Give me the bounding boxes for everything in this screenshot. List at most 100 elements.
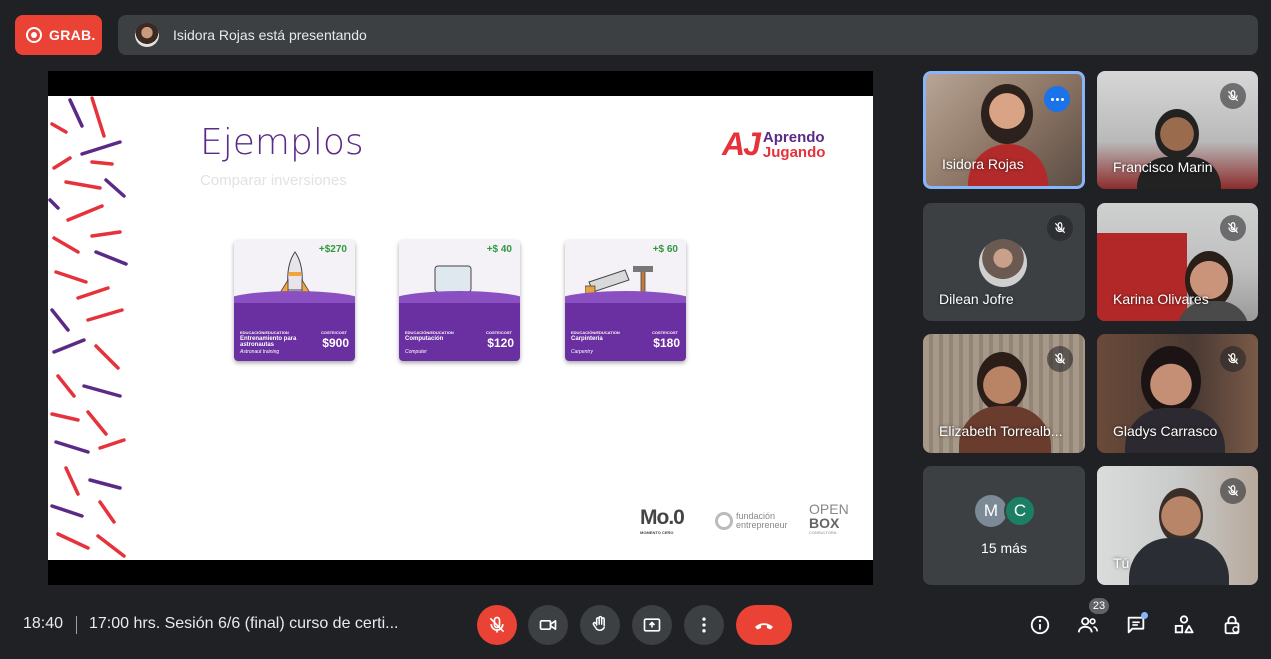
participant-name: Elizabeth Torrealb... <box>939 423 1063 439</box>
card-gain: +$ 40 <box>486 244 512 255</box>
clock: 18:40 <box>23 615 64 632</box>
card-name: Entrenamiento para astronautas <box>240 336 297 348</box>
mic-off-icon <box>1220 346 1246 372</box>
presenter-avatar <box>135 23 159 47</box>
divider <box>76 616 77 634</box>
openbox-line-1: OPEN <box>809 501 849 517</box>
recording-label: GRAB. <box>49 27 96 43</box>
card-gain: +$ 60 <box>652 244 678 255</box>
participant-name: Isidora Rojas <box>942 156 1024 172</box>
card-category: EDUCACIÓN/EDUCATION <box>240 330 289 335</box>
presentation-slide: Ejemplos Comparar inversiones AJ Aprendo… <box>48 96 873 560</box>
mic-off-icon <box>1220 83 1246 109</box>
participant-tile[interactable]: Gladys Carrasco <box>1097 334 1258 453</box>
participant-video <box>981 84 1033 144</box>
card-cost-label: COSTE/COST <box>485 330 512 335</box>
momento-cero-logo: Mo.0 MOMENTO CERO <box>640 506 685 535</box>
more-count-label: 15 más <box>981 540 1027 556</box>
fundacion-entrepreneur-logo: fundación entrepreneur <box>715 512 788 530</box>
card-cost-label: COSTE/COST <box>651 330 678 335</box>
investment-card: +$270 EDUCACIÓN/EDUCATION Entrenamiento … <box>234 240 355 361</box>
moo-subtext: MOMENTO CERO <box>640 530 674 535</box>
host-controls-icon <box>1224 615 1240 635</box>
openbox-line-3: CONSULTORA <box>809 530 837 535</box>
recording-indicator[interactable]: GRAB. <box>15 15 102 55</box>
more-vert-icon <box>702 617 706 633</box>
brand-line-1: Aprendo <box>762 128 825 146</box>
presenting-text: Isidora Rojas está presentando <box>173 27 367 43</box>
participant-tile[interactable]: Karina Olivares <box>1097 203 1258 321</box>
mic-toggle-button[interactable] <box>477 605 517 645</box>
card-price: $180 <box>653 336 680 350</box>
mic-off-icon <box>1047 346 1073 372</box>
raise-hand-button[interactable] <box>580 605 620 645</box>
card-name-en: Astronaut training <box>240 349 280 355</box>
host-controls-button[interactable] <box>1219 612 1245 638</box>
activities-button[interactable] <box>1171 612 1197 638</box>
info-icon <box>1030 615 1050 635</box>
participant-avatar-m: M <box>975 495 1007 527</box>
aprendo-jugando-logo: AJ Aprendo Jugando <box>722 126 825 163</box>
fundacion-ring-icon <box>715 512 733 530</box>
more-participants-tile[interactable]: M C 15 más <box>923 466 1085 585</box>
record-icon <box>26 27 42 43</box>
participant-tile[interactable]: Elizabeth Torrealb... <box>923 334 1085 453</box>
participant-video <box>977 352 1027 412</box>
slide-subtitle: Comparar inversiones <box>200 172 347 189</box>
participant-video <box>1159 488 1203 544</box>
investment-card: +$ 60 EDUCACIÓN/EDUCATION Carpintería Ca… <box>565 240 686 361</box>
participant-name: Gladys Carrasco <box>1113 423 1218 439</box>
card-name: Carpintería <box>571 336 603 342</box>
camera-toggle-button[interactable] <box>528 605 568 645</box>
participant-video <box>1141 346 1201 416</box>
card-name-en: Carpentry <box>571 349 593 355</box>
present-screen-icon <box>643 618 661 632</box>
mic-off-icon <box>1220 478 1246 504</box>
card-category: EDUCACIÓN/EDUCATION <box>405 330 454 335</box>
brand-mark: AJ <box>722 126 761 162</box>
more-options-button[interactable] <box>684 605 724 645</box>
presenting-banner[interactable]: Isidora Rojas está presentando <box>118 15 1258 55</box>
card-cost-label: COSTE/COST <box>320 330 347 335</box>
mic-off-icon <box>489 616 505 633</box>
videocam-icon <box>539 620 557 630</box>
meeting-details-button[interactable] <box>1027 612 1053 638</box>
participant-name: Tú <box>1113 555 1130 571</box>
brand-line-2: Jugando <box>762 143 826 161</box>
raise-hand-icon <box>592 615 605 631</box>
slide-decoration <box>48 96 128 558</box>
card-gain: +$270 <box>318 244 347 255</box>
people-icon <box>1077 617 1098 633</box>
fundacion-line-2: entrepreneur <box>736 520 788 530</box>
meeting-title[interactable]: 17:00 hrs. Sesión 6/6 (final) curso de c… <box>89 615 398 633</box>
card-price: $120 <box>487 336 514 350</box>
participant-tile[interactable]: Isidora Rojas <box>923 71 1085 189</box>
people-button[interactable] <box>1075 612 1101 638</box>
call-end-icon <box>755 623 773 630</box>
participant-name: Dilean Jofre <box>939 291 1014 307</box>
participant-avatar <box>979 239 1027 287</box>
participant-tile[interactable]: Francisco Marin <box>1097 71 1258 189</box>
participant-avatar-c: C <box>1004 495 1036 527</box>
slide-title: Ejemplos <box>200 122 364 163</box>
participant-video <box>1155 109 1199 159</box>
card-category: EDUCACIÓN/EDUCATION <box>571 330 620 335</box>
openbox-logo: OPEN BOX CONSULTORA <box>809 502 849 535</box>
participant-tile-self[interactable]: Tú <box>1097 466 1258 585</box>
more-options-button[interactable] <box>1044 86 1070 112</box>
present-screen-button[interactable] <box>632 605 672 645</box>
card-name-en: Computer <box>405 349 427 355</box>
openbox-line-2: BOX <box>809 515 840 531</box>
mic-off-icon <box>1047 215 1073 241</box>
mic-off-icon <box>1220 215 1246 241</box>
participant-name: Karina Olivares <box>1113 291 1209 307</box>
activities-icon <box>1174 615 1194 634</box>
participant-tile[interactable]: Dilean Jofre <box>923 203 1085 321</box>
moo-logo-text: Mo.0 <box>640 506 685 529</box>
card-price: $900 <box>322 336 349 350</box>
new-message-dot <box>1141 612 1148 619</box>
participant-name: Francisco Marin <box>1113 159 1213 175</box>
leave-call-button[interactable] <box>736 605 792 645</box>
investment-card: +$ 40 EDUCACIÓN/EDUCATION Computación Co… <box>399 240 520 361</box>
card-name: Computación <box>405 336 444 342</box>
